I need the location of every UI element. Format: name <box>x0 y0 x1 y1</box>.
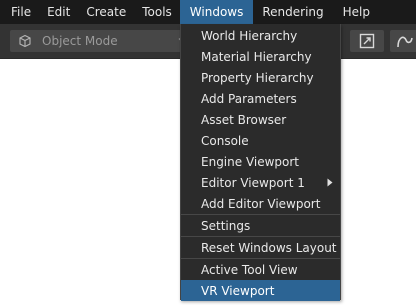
menu-item-world-hierarchy[interactable]: World Hierarchy <box>181 25 340 46</box>
menu-bar: File Edit Create Tools Windows Rendering… <box>0 0 416 24</box>
menu-item-vr-viewport[interactable]: VR Viewport <box>181 280 340 301</box>
object-mode-select[interactable]: Object Mode <box>10 30 194 52</box>
windows-dropdown-menu: World Hierarchy Material Hierarchy Prope… <box>180 24 341 301</box>
menu-rendering[interactable]: Rendering <box>253 0 331 24</box>
maximize-icon <box>359 33 375 49</box>
menu-item-add-editor-viewport[interactable]: Add Editor Viewport <box>181 193 340 214</box>
menu-item-material-hierarchy[interactable]: Material Hierarchy <box>181 46 340 67</box>
menu-item-editor-viewport-1[interactable]: Editor Viewport 1 <box>181 172 340 193</box>
menu-edit[interactable]: Edit <box>39 0 78 24</box>
object-mode-label: Object Mode <box>42 34 118 48</box>
menu-file[interactable]: File <box>0 0 39 24</box>
menu-tools[interactable]: Tools <box>134 0 180 24</box>
menu-create[interactable]: Create <box>78 0 134 24</box>
menu-item-settings[interactable]: Settings <box>181 215 340 236</box>
menu-item-active-tool-view[interactable]: Active Tool View <box>181 259 340 280</box>
curve-icon <box>397 36 413 48</box>
submenu-arrow-icon <box>327 178 333 187</box>
menu-item-editor-viewport-1-label: Editor Viewport 1 <box>201 175 305 190</box>
cube-icon <box>19 34 31 48</box>
maximize-button[interactable] <box>350 30 384 52</box>
menu-help[interactable]: Help <box>332 0 378 24</box>
menu-item-asset-browser[interactable]: Asset Browser <box>181 109 340 130</box>
menu-item-reset-windows-layout[interactable]: Reset Windows Layout <box>181 237 340 258</box>
curve-tool-button[interactable] <box>390 30 416 52</box>
menu-item-engine-viewport[interactable]: Engine Viewport <box>181 151 340 172</box>
menu-item-property-hierarchy[interactable]: Property Hierarchy <box>181 67 340 88</box>
menu-windows[interactable]: Windows <box>179 0 254 24</box>
menu-item-add-parameters[interactable]: Add Parameters <box>181 88 340 109</box>
menu-item-console[interactable]: Console <box>181 130 340 151</box>
